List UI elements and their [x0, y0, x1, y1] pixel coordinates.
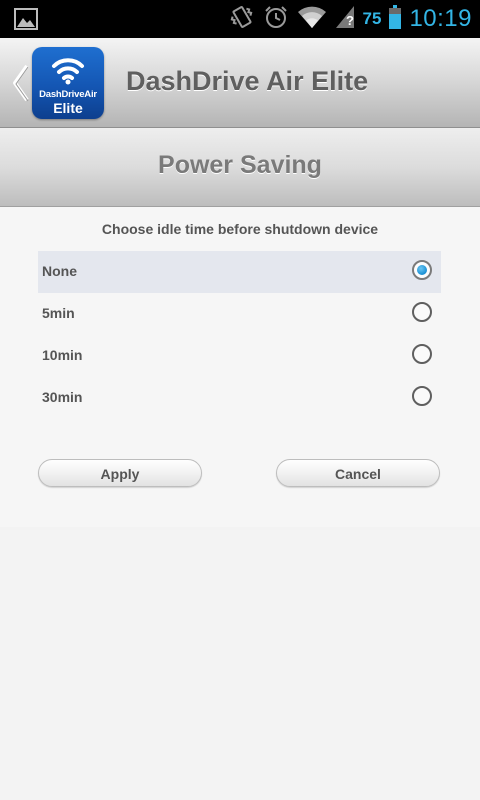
empty-area	[0, 527, 480, 800]
power-saving-panel: Choose idle time before shutdown device …	[0, 207, 480, 527]
idle-time-options: None 5min 10min 30min	[38, 251, 441, 419]
clock: 10:19	[409, 5, 472, 32]
logo-wifi-icon	[51, 53, 85, 90]
option-label: 5min	[42, 305, 75, 321]
instruction-text: Choose idle time before shutdown device	[101, 221, 379, 237]
vibrate-icon	[229, 4, 255, 35]
cancel-button[interactable]: Cancel	[276, 459, 440, 487]
status-bar: ? 75 10:19	[0, 0, 480, 38]
app-logo[interactable]: DashDriveAir Elite	[32, 47, 104, 119]
option-label: 10min	[42, 347, 83, 363]
image-notification-icon	[14, 8, 38, 35]
option-30min[interactable]: 30min	[38, 377, 441, 419]
option-5min[interactable]: 5min	[38, 293, 441, 335]
radio-button-checked[interactable]	[412, 260, 432, 280]
radio-button[interactable]	[412, 386, 432, 406]
logo-text-line2: Elite	[53, 100, 83, 116]
no-signal-icon: ?	[335, 5, 355, 34]
logo-text-line1: DashDriveAir	[39, 89, 97, 100]
page-title: Power Saving	[158, 151, 322, 179]
back-chevron-icon[interactable]	[10, 64, 30, 107]
section-header: Power Saving	[0, 128, 480, 207]
svg-text:?: ?	[346, 13, 354, 28]
option-label: 30min	[42, 389, 83, 405]
app-title: DashDrive Air Elite	[126, 66, 369, 96]
app-header: DashDriveAir Elite DashDrive Air Elite	[0, 38, 480, 128]
option-10min[interactable]: 10min	[38, 335, 441, 377]
alarm-icon	[263, 4, 289, 35]
battery-level: 75	[362, 9, 382, 28]
radio-button[interactable]	[412, 302, 432, 322]
radio-button[interactable]	[412, 344, 432, 364]
apply-button[interactable]: Apply	[38, 459, 202, 487]
option-none[interactable]: None	[38, 251, 441, 293]
wifi-icon	[297, 5, 327, 34]
battery-icon	[389, 4, 402, 34]
option-label: None	[42, 263, 77, 279]
